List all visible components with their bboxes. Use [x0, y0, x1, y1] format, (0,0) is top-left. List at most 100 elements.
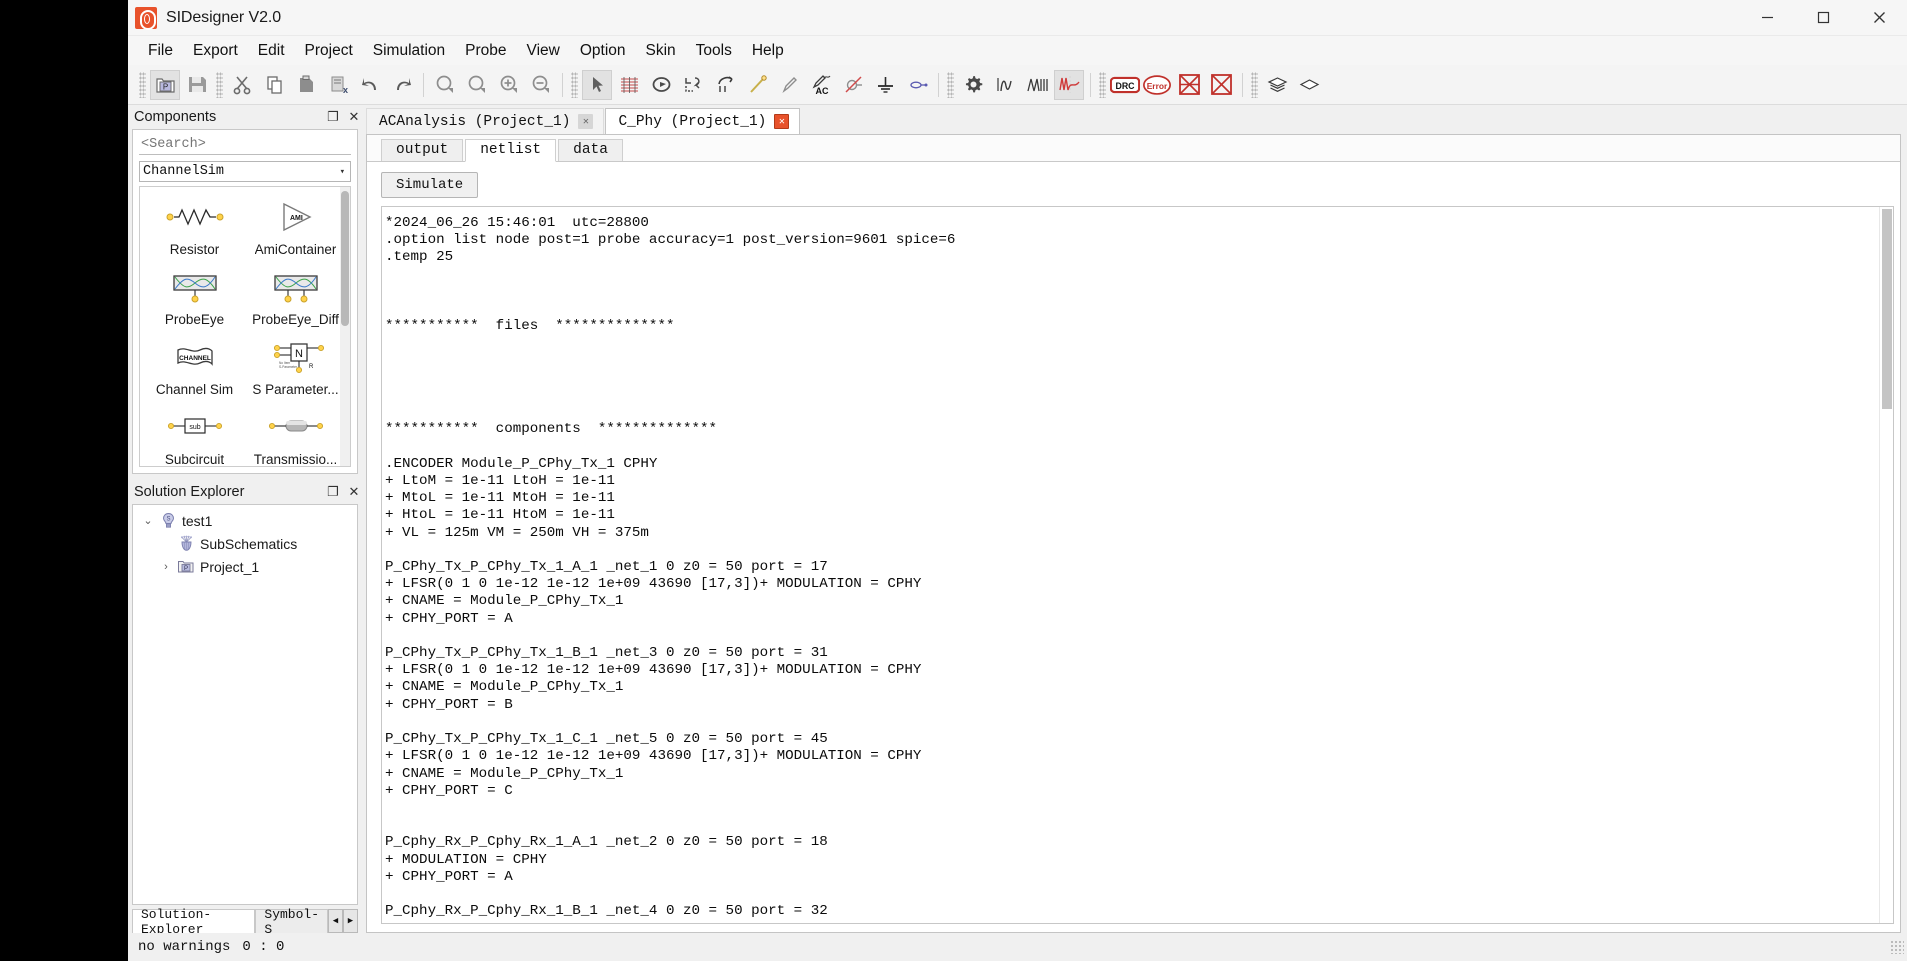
component-item-channel-sim[interactable]: CHANNEL Channel Sim — [144, 333, 245, 403]
chevron-right-icon[interactable]: › — [157, 561, 175, 573]
maximize-button[interactable] — [1795, 0, 1851, 36]
zoom-in-icon[interactable] — [494, 70, 524, 100]
select-pointer-icon[interactable] — [582, 69, 612, 100]
tree-item-test1[interactable]: ⌄ S test1 — [135, 509, 355, 532]
simulate-button[interactable]: Simulate — [381, 172, 479, 198]
waveform-multi-icon[interactable] — [1022, 70, 1052, 100]
menu-skin[interactable]: Skin — [636, 39, 686, 63]
grid-icon[interactable] — [614, 70, 644, 100]
clear-errors-icon[interactable] — [1174, 70, 1204, 100]
delete-icon[interactable]: x — [323, 70, 353, 100]
document-tab-bar: ACAnalysis (Project_1) ✕ C_Phy (Project_… — [366, 108, 1901, 135]
document-pane: output netlist data Simulate *2024_06_26… — [366, 135, 1901, 933]
tree-item-subschematics[interactable]: SubSchematics — [135, 532, 355, 555]
zoom-selection-icon[interactable] — [462, 70, 492, 100]
component-item-amicontainer[interactable]: AMI AmiContainer — [245, 193, 346, 263]
paste-icon[interactable] — [291, 70, 321, 100]
menu-tools[interactable]: Tools — [686, 39, 742, 63]
new-project-icon[interactable]: P — [150, 69, 180, 100]
zoom-out-icon[interactable] — [526, 70, 556, 100]
menu-probe[interactable]: Probe — [455, 39, 516, 63]
solution-icon: S — [157, 512, 179, 529]
wire-icon[interactable] — [742, 70, 772, 100]
ground-icon[interactable] — [870, 70, 900, 100]
cut-icon[interactable] — [227, 70, 257, 100]
menu-export[interactable]: Export — [183, 39, 248, 63]
netlist-scrollbar[interactable] — [1879, 207, 1893, 923]
solution-explorer-header: Solution Explorer ❐ ✕ — [128, 480, 366, 504]
dock-tab-symbol-s[interactable]: Symbol-S — [255, 907, 328, 937]
ami-symbol-icon: AMI — [270, 197, 322, 237]
toolbar-grip-3[interactable] — [571, 71, 578, 98]
component-item-transmission-line[interactable]: Transmissio... — [245, 403, 346, 466]
menu-help[interactable]: Help — [742, 39, 794, 63]
align-icon[interactable] — [678, 70, 708, 100]
menu-option[interactable]: Option — [570, 39, 636, 63]
component-item-subcircuit[interactable]: sub Subcircuit — [144, 403, 245, 466]
netlist-editor[interactable]: *2024_06_26 15:46:01 utc=28800 .option l… — [381, 206, 1894, 924]
tab-netlist[interactable]: netlist — [465, 139, 557, 162]
toolbar-grip-2[interactable] — [216, 71, 223, 98]
close-button[interactable] — [1851, 0, 1907, 36]
solution-explorer-close-icon[interactable]: ✕ — [345, 483, 363, 501]
menu-view[interactable]: View — [517, 39, 570, 63]
netlist-scrollbar-thumb[interactable] — [1882, 209, 1892, 409]
menu-project[interactable]: Project — [295, 39, 363, 63]
toolbar-grip-4[interactable] — [947, 71, 954, 98]
components-close-icon[interactable]: ✕ — [345, 108, 363, 126]
component-item-s-parameter[interactable]: N R No Item S-Parameter S Parameter... — [245, 333, 346, 403]
resize-grip-icon[interactable] — [1890, 940, 1904, 954]
dock-tab-solution-explorer[interactable]: Solution-Explorer — [132, 907, 256, 937]
dock-tab-next-icon[interactable]: ▶ — [343, 909, 358, 933]
mirror-icon[interactable] — [710, 70, 740, 100]
close-icon[interactable]: ✕ — [578, 114, 594, 129]
netlist-text[interactable]: *2024_06_26 15:46:01 utc=28800 .option l… — [382, 207, 1879, 923]
component-item-probeeye-diff[interactable]: ProbeEye_Diff — [245, 263, 346, 333]
document-tab-cphy[interactable]: C_Phy (Project_1) ✕ — [605, 108, 801, 134]
dock-tab-prev-icon[interactable]: ◀ — [328, 909, 343, 933]
probe-eye-diff-symbol-icon — [267, 267, 325, 307]
component-item-resistor[interactable]: Resistor — [144, 193, 245, 263]
tree-item-project-1[interactable]: › P Project_1 — [135, 555, 355, 578]
error-icon[interactable]: Error — [1142, 70, 1172, 100]
undo-icon[interactable] — [355, 70, 385, 100]
components-scrollbar-thumb[interactable] — [341, 191, 349, 327]
tab-data[interactable]: data — [558, 139, 623, 161]
settings-gear-icon[interactable] — [958, 70, 988, 100]
toolbar-grip-6[interactable] — [1251, 71, 1258, 98]
zoom-fit-icon[interactable] — [430, 70, 460, 100]
title-bar: SIDesigner V2.0 — [128, 0, 1907, 36]
save-icon[interactable] — [182, 70, 212, 100]
layers-icon[interactable] — [1262, 70, 1292, 100]
component-item-probeeye[interactable]: ProbeEye — [144, 263, 245, 333]
single-layer-icon[interactable] — [1294, 70, 1324, 100]
components-scrollbar[interactable] — [340, 187, 350, 467]
copy-icon[interactable] — [259, 70, 289, 100]
port-icon[interactable] — [902, 70, 932, 100]
clear-all-icon[interactable] — [1206, 70, 1236, 100]
menu-simulation[interactable]: Simulation — [363, 39, 455, 63]
drc-icon[interactable]: DRC — [1110, 70, 1140, 100]
waveform-red-icon[interactable] — [1054, 69, 1084, 100]
tab-output[interactable]: output — [381, 139, 464, 161]
no-connect-icon[interactable] — [838, 70, 868, 100]
components-category-select[interactable]: ChannelSim ▾ — [139, 161, 351, 183]
document-tab-label: ACAnalysis (Project_1) — [379, 113, 571, 130]
toolbar-grip-5[interactable] — [1099, 71, 1106, 98]
svg-text:CHANNEL: CHANNEL — [179, 355, 211, 362]
redo-icon[interactable] — [387, 70, 417, 100]
minimize-button[interactable] — [1739, 0, 1795, 36]
chevron-down-icon[interactable]: ⌄ — [139, 514, 157, 527]
menu-edit[interactable]: Edit — [248, 39, 295, 63]
components-float-icon[interactable]: ❐ — [324, 108, 342, 126]
rotate-icon[interactable] — [646, 70, 676, 100]
close-icon[interactable]: ✕ — [774, 114, 790, 129]
toolbar-grip[interactable] — [139, 71, 146, 98]
ac-source-icon[interactable]: AC — [806, 70, 836, 100]
pin-icon[interactable] — [774, 70, 804, 100]
menu-file[interactable]: File — [138, 39, 183, 63]
waveform-single-icon[interactable] — [990, 70, 1020, 100]
document-tab-acanalysis[interactable]: ACAnalysis (Project_1) ✕ — [366, 108, 605, 134]
components-search-input[interactable] — [139, 135, 351, 156]
solution-explorer-float-icon[interactable]: ❐ — [324, 483, 342, 501]
